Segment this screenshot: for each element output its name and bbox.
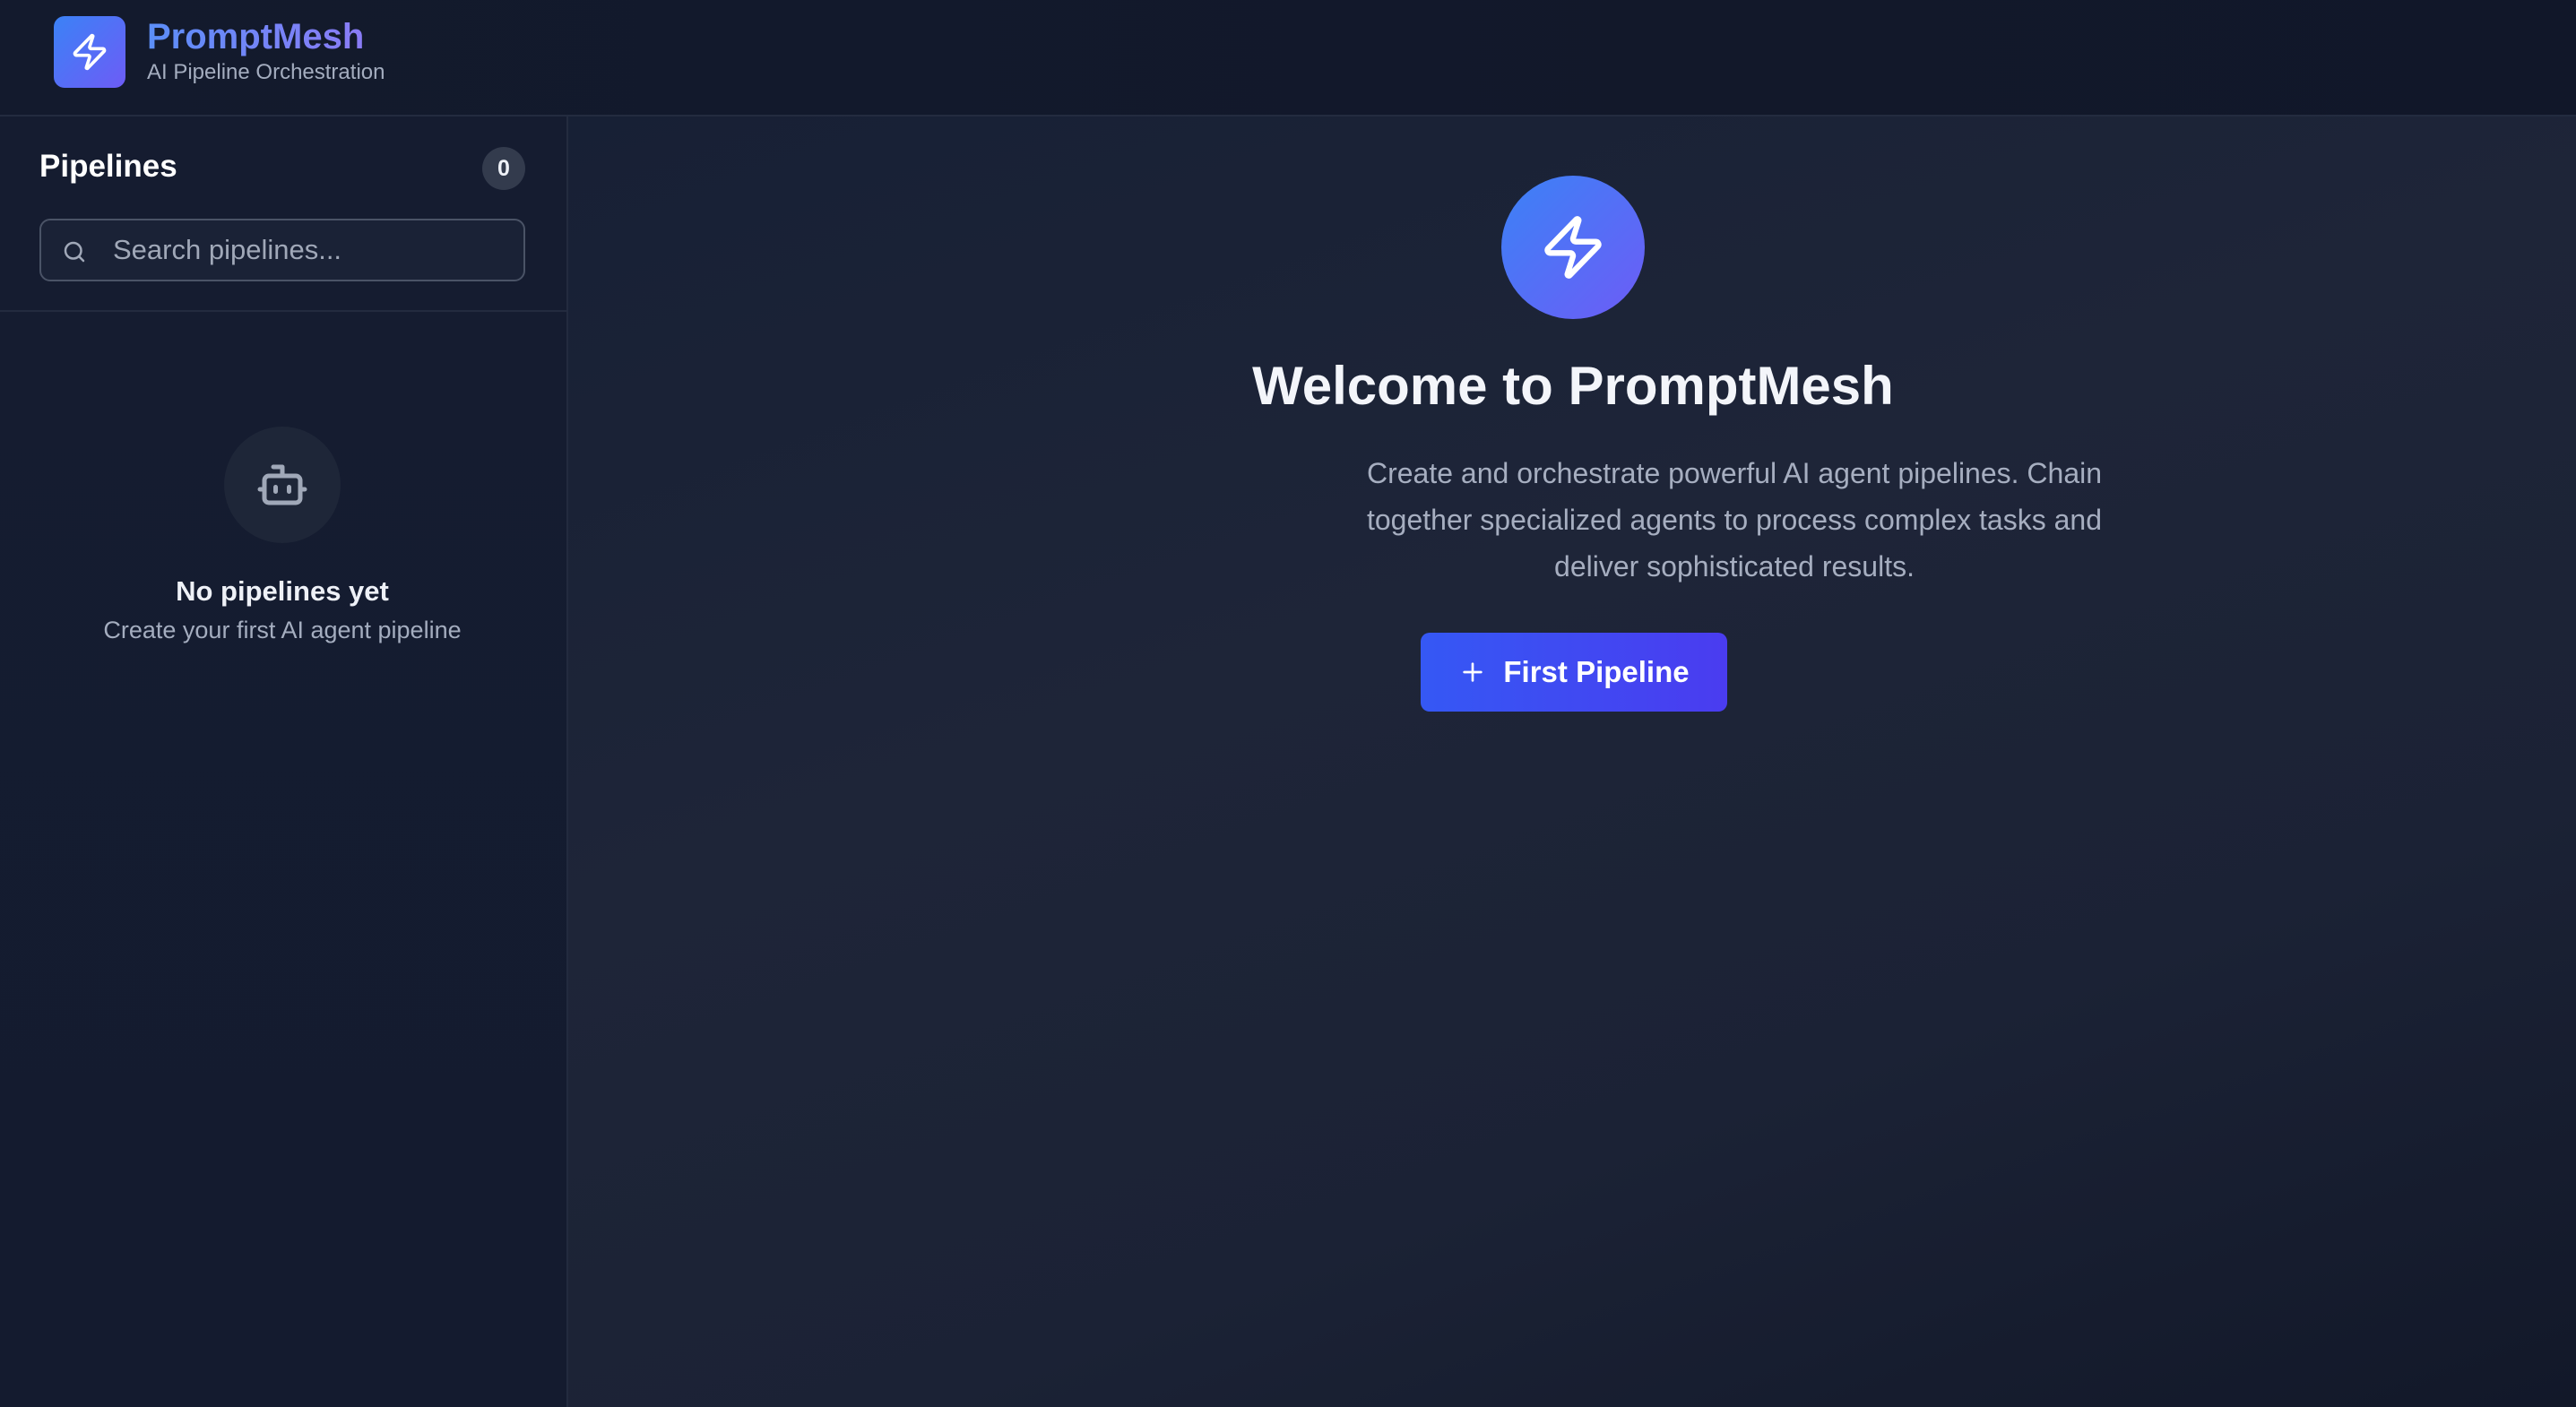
first-pipeline-label: First Pipeline [1503, 655, 1690, 688]
sidebar-header: Pipelines 0 [0, 117, 566, 312]
main-content: Welcome to PromptMesh Create and orchest… [568, 117, 2576, 1407]
first-pipeline-button[interactable]: First Pipeline [1421, 633, 1727, 712]
pipeline-count-badge: 0 [482, 147, 525, 190]
brand-name: PromptMesh [147, 14, 364, 59]
welcome-title: Welcome to PromptMesh [1252, 356, 1894, 416]
search-input[interactable] [113, 220, 507, 280]
empty-state-icon [224, 427, 341, 543]
lightning-icon [73, 33, 107, 71]
search-icon [64, 241, 85, 263]
empty-state-subtitle: Create your first AI agent pipeline [103, 617, 462, 643]
sidebar-title: Pipelines [39, 149, 177, 184]
welcome-description: Create and orchestrate powerful AI agent… [1366, 457, 2103, 583]
app-header: PromptMesh AI Pipeline Orchestration [0, 0, 2576, 117]
hero-icon [1501, 176, 1645, 319]
search-box[interactable] [39, 219, 525, 281]
pipelines-sidebar: Pipelines 0 No pipelines yet Create your… [0, 117, 568, 1407]
brand-subtitle: AI Pipeline Orchestration [147, 60, 385, 84]
lightning-icon [1544, 216, 1602, 279]
plus-icon [1463, 662, 1483, 682]
empty-state-title: No pipelines yet [176, 575, 389, 607]
robot-icon [257, 464, 307, 505]
app-logo[interactable] [54, 16, 125, 88]
